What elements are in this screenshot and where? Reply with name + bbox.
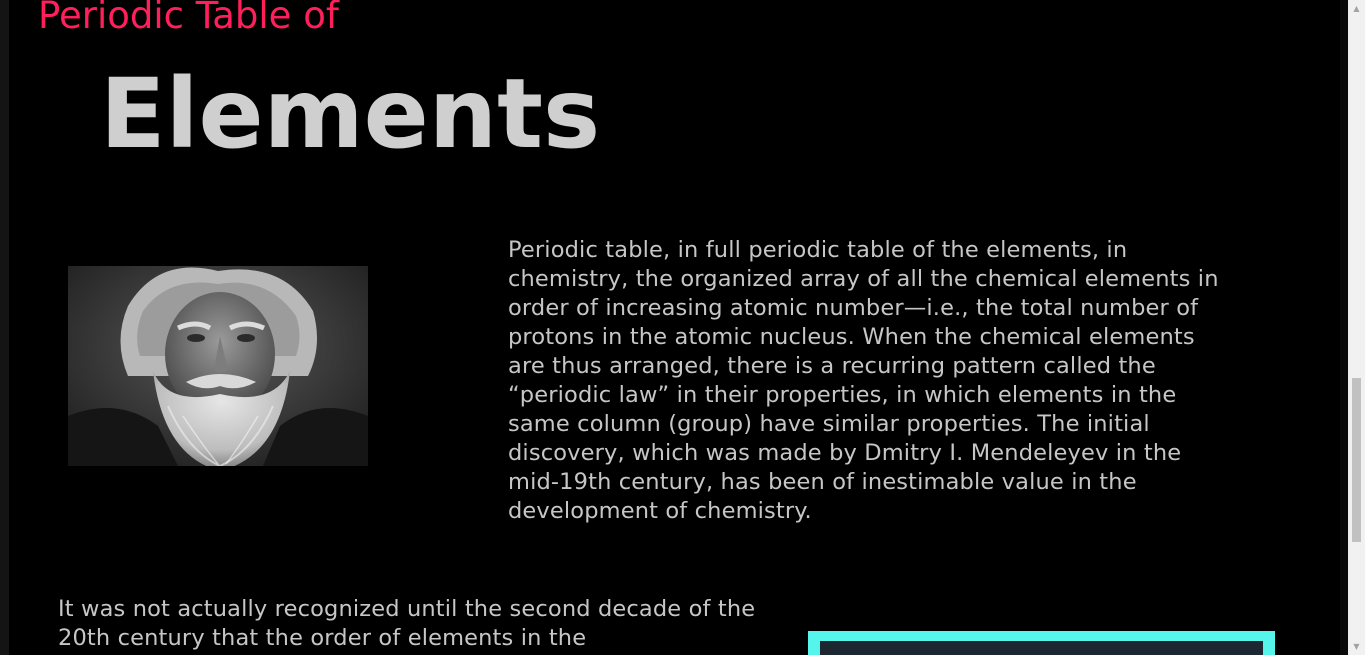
scrollbar-thumb[interactable] [1352,378,1361,542]
scroll-gutter [1340,0,1348,655]
second-paragraph: It was not actually recognized until the… [58,596,756,651]
intro-paragraph: Periodic table, in full periodic table o… [508,237,1219,524]
mendeleyev-portrait [68,266,368,466]
vertical-scrollbar[interactable]: ▲ ▼ [1348,0,1365,655]
page-title: Elements [100,58,601,170]
scroll-down-icon[interactable]: ▼ [1348,638,1365,655]
left-edge [0,0,9,655]
page-subtitle: Periodic Table of [38,0,339,37]
portrait-image [68,266,368,466]
highlight-box [808,631,1275,655]
page: Periodic Table of Elements Periodic tabl… [0,0,1365,655]
highlight-box-inner [820,641,1263,655]
scroll-up-icon[interactable]: ▲ [1348,0,1365,17]
